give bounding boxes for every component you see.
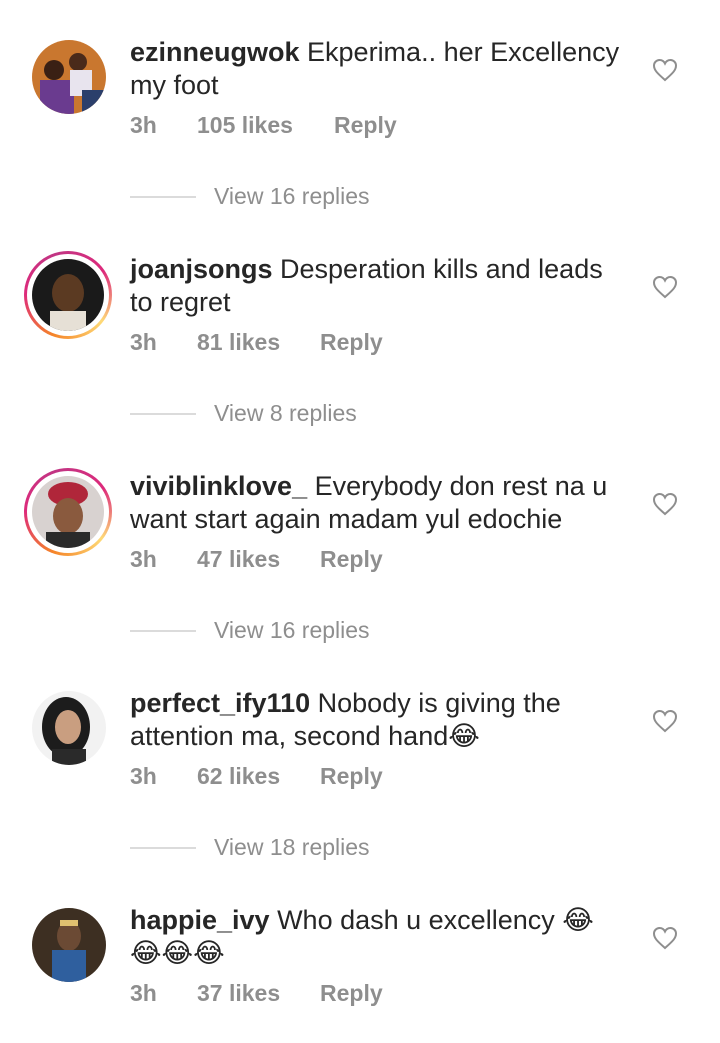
comment-text: happie_ivy Who dash u excellency 😂 😂😂😂: [130, 904, 630, 970]
view-replies-button[interactable]: View 18 replies: [130, 834, 370, 861]
comment: joanjsongs Desperation kills and leads t…: [0, 251, 720, 427]
replies-divider: [130, 629, 196, 632]
avatar-story-ring[interactable]: [24, 468, 112, 556]
avatar-ring-gap: [27, 471, 109, 553]
comment-meta: 3h 62 likes Reply: [130, 763, 383, 790]
username[interactable]: viviblinklove_: [130, 471, 307, 501]
view-replies-label: View 18 replies: [214, 834, 370, 860]
avatar-image: [32, 40, 106, 114]
timestamp: 3h: [130, 980, 157, 1006]
heart-outline-icon[interactable]: [652, 926, 678, 950]
likes-count[interactable]: 37 likes: [197, 980, 320, 1007]
reply-button[interactable]: Reply: [334, 112, 397, 139]
reply-button[interactable]: Reply: [320, 980, 383, 1007]
replies-divider: [130, 846, 196, 849]
avatar-story-ring[interactable]: [24, 251, 112, 339]
avatar[interactable]: [32, 908, 106, 982]
comment-meta: 3h 81 likes Reply: [130, 329, 383, 356]
timestamp: 3h: [130, 546, 157, 572]
heart-outline-icon[interactable]: [652, 709, 678, 733]
reply-button[interactable]: Reply: [320, 329, 383, 356]
heart-outline-icon[interactable]: [652, 492, 678, 516]
comment: happie_ivy Who dash u excellency 😂 😂😂😂 3…: [0, 905, 720, 1038]
view-replies-label: View 8 replies: [214, 400, 357, 426]
comment-meta: 3h 47 likes Reply: [130, 546, 383, 573]
username[interactable]: perfect_ify110: [130, 688, 310, 718]
likes-count[interactable]: 81 likes: [197, 329, 320, 356]
view-replies-button[interactable]: View 8 replies: [130, 400, 357, 427]
heart-outline-icon[interactable]: [652, 275, 678, 299]
avatar-image: [32, 476, 104, 548]
reply-button[interactable]: Reply: [320, 546, 383, 573]
avatar-image: [32, 691, 106, 765]
avatar[interactable]: [32, 691, 106, 765]
avatar-ring-gap: [27, 254, 109, 336]
timestamp: 3h: [130, 329, 157, 355]
comment-meta: 3h 37 likes Reply: [130, 980, 383, 1007]
username[interactable]: ezinneugwok: [130, 37, 300, 67]
comment: viviblinklove_ Everybody don rest na u w…: [0, 468, 720, 644]
reply-button[interactable]: Reply: [320, 763, 383, 790]
heart-outline-icon[interactable]: [652, 58, 678, 82]
view-replies-label: View 16 replies: [214, 183, 370, 209]
view-replies-label: View 16 replies: [214, 617, 370, 643]
comment-text: perfect_ify110 Nobody is giving the atte…: [130, 687, 630, 753]
username[interactable]: joanjsongs: [130, 254, 273, 284]
view-replies-button[interactable]: View 16 replies: [130, 183, 370, 210]
comment-meta: 3h 105 likes Reply: [130, 112, 397, 139]
timestamp: 3h: [130, 763, 157, 789]
avatar-image: [32, 908, 106, 982]
comment-text: ezinneugwok Ekperima.. her Excellency my…: [130, 36, 630, 102]
replies-divider: [130, 195, 196, 198]
username[interactable]: happie_ivy: [130, 905, 270, 935]
avatar[interactable]: [32, 40, 106, 114]
likes-count[interactable]: 105 likes: [197, 112, 334, 139]
avatar-image: [32, 259, 104, 331]
replies-divider: [130, 412, 196, 415]
comment-text: viviblinklove_ Everybody don rest na u w…: [130, 470, 630, 536]
timestamp: 3h: [130, 112, 157, 138]
view-replies-button[interactable]: View 16 replies: [130, 617, 370, 644]
likes-count[interactable]: 62 likes: [197, 763, 320, 790]
likes-count[interactable]: 47 likes: [197, 546, 320, 573]
comment-text: joanjsongs Desperation kills and leads t…: [130, 253, 630, 319]
comment: perfect_ify110 Nobody is giving the atte…: [0, 688, 720, 861]
comment: ezinneugwok Ekperima.. her Excellency my…: [0, 37, 720, 210]
